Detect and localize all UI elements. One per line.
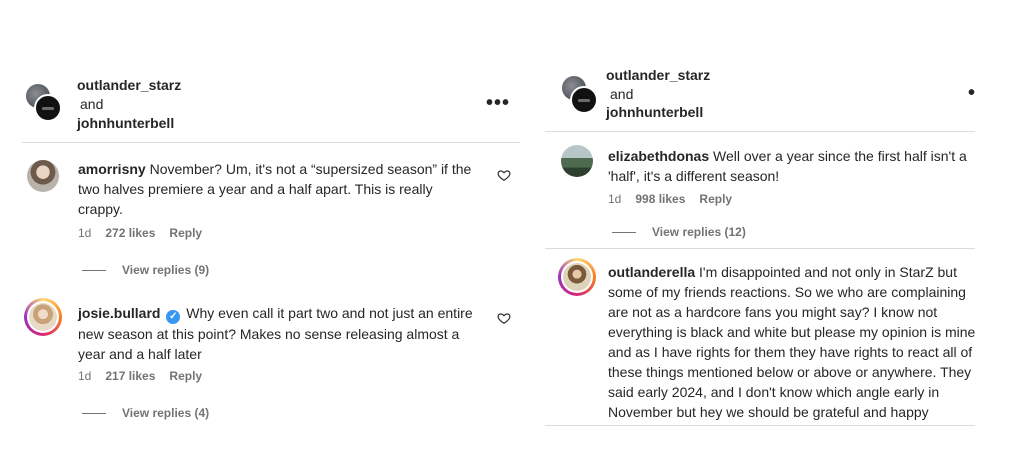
header-and: and <box>610 86 634 102</box>
right-post-panel: outlander_starz and johnhunterbell • eli… <box>545 0 975 469</box>
view-replies-button[interactable]: View replies (4) <box>82 406 209 420</box>
comment-text: I'm disappointed and not only in StarZ b… <box>608 264 976 420</box>
comment-username[interactable]: amorrisny <box>78 161 146 177</box>
header-username-1[interactable]: outlander_starz <box>606 67 710 83</box>
comment-likes[interactable]: 217 likes <box>105 369 155 383</box>
comment-likes[interactable]: 272 likes <box>105 226 155 240</box>
collab-avatars[interactable] <box>26 84 66 124</box>
collab-avatars[interactable] <box>562 76 602 116</box>
reply-button[interactable]: Reply <box>169 226 202 240</box>
comment-meta: 1d 272 likes Reply <box>78 226 216 240</box>
commenter-avatar[interactable] <box>561 145 593 177</box>
comment-meta: 1d 217 likes Reply <box>78 369 216 383</box>
view-replies-line <box>82 413 106 415</box>
commenter-avatar[interactable] <box>27 160 59 192</box>
header-username-2[interactable]: johnhunterbell <box>606 104 703 120</box>
comment-meta: 1d 998 likes Reply <box>608 192 746 206</box>
comment-body: amorrisny November? Um, it's not a “supe… <box>78 159 478 219</box>
comment-username[interactable]: josie.bullard <box>78 305 160 321</box>
left-post-panel: outlander_starz and johnhunterbell ••• a… <box>0 0 520 469</box>
bottom-divider <box>545 425 975 426</box>
like-heart-icon[interactable] <box>497 168 511 182</box>
header-and: and <box>80 96 104 112</box>
reply-button[interactable]: Reply <box>699 192 732 206</box>
comment-username[interactable]: outlanderella <box>608 264 695 280</box>
view-replies-line <box>612 232 636 234</box>
header-username-1[interactable]: outlander_starz <box>77 77 181 93</box>
comment-username[interactable]: elizabethdonas <box>608 148 709 164</box>
commenter-avatar[interactable] <box>558 258 596 296</box>
avatar-photo <box>29 303 57 331</box>
view-replies-button[interactable]: View replies (12) <box>612 225 746 239</box>
view-replies-label: View replies (12) <box>652 225 746 239</box>
view-replies-button[interactable]: View replies (9) <box>82 263 209 277</box>
reply-button[interactable]: Reply <box>169 369 202 383</box>
comment-time: 1d <box>78 369 92 383</box>
johnhunterbell-avatar <box>570 86 598 114</box>
comment-body: outlanderella I'm disappointed and not o… <box>608 262 976 424</box>
johnhunterbell-avatar <box>34 94 62 122</box>
header-username-2[interactable]: johnhunterbell <box>77 115 174 131</box>
comment-body: elizabethdonas Well over a year since th… <box>608 146 976 186</box>
avatar-photo <box>563 263 591 291</box>
section-divider <box>545 248 975 249</box>
header-divider <box>545 131 975 132</box>
comment-likes[interactable]: 998 likes <box>635 192 685 206</box>
comment-time: 1d <box>608 192 622 206</box>
view-replies-label: View replies (9) <box>122 263 210 277</box>
view-replies-label: View replies (4) <box>122 406 210 420</box>
comment-time: 1d <box>78 226 92 240</box>
more-options-icon[interactable]: ••• <box>486 92 510 115</box>
comment-body: josie.bullard ✓ Why even call it part tw… <box>78 303 483 364</box>
view-replies-line <box>82 270 106 272</box>
verified-badge-icon: ✓ <box>166 310 181 324</box>
commenter-avatar[interactable] <box>24 298 62 336</box>
more-options-icon[interactable]: • <box>968 82 976 105</box>
header-divider <box>22 142 520 143</box>
like-heart-icon[interactable] <box>497 311 511 325</box>
